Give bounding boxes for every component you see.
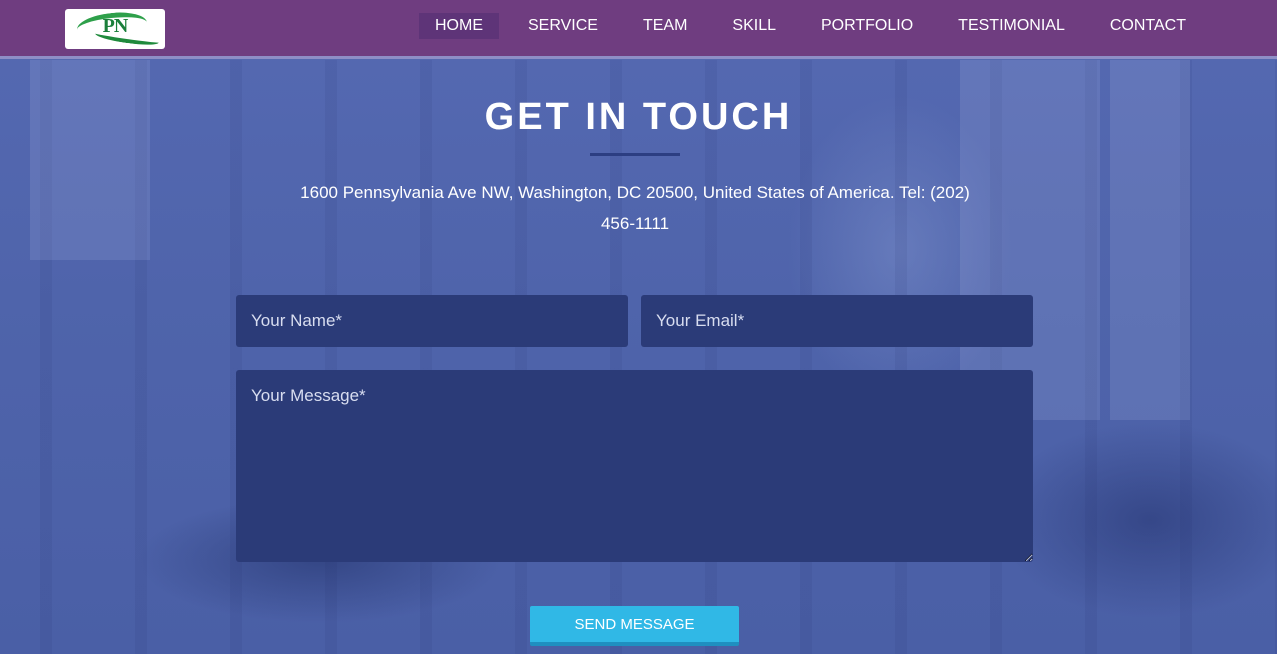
email-input[interactable] [641, 295, 1033, 347]
logo[interactable]: PN [65, 9, 165, 49]
nav-item-portfolio[interactable]: PORTFOLIO [805, 13, 929, 39]
nav-item-testimonial[interactable]: TESTIMONIAL [942, 13, 1081, 39]
title-underline [590, 153, 680, 156]
message-textarea[interactable] [236, 370, 1033, 562]
logo-text: PN [102, 15, 129, 37]
nav-item-contact[interactable]: CONTACT [1094, 13, 1202, 39]
nav-item-service[interactable]: SERVICE [512, 13, 614, 39]
background-window [30, 60, 150, 260]
main-nav: HOME SERVICE TEAM SKILL PORTFOLIO TESTIM… [406, 13, 1202, 39]
section-title: GET IN TOUCH [484, 96, 793, 138]
nav-item-home[interactable]: HOME [419, 13, 499, 39]
name-input[interactable] [236, 295, 628, 347]
nav-item-skill[interactable]: SKILL [716, 13, 792, 39]
nav-item-team[interactable]: TEAM [627, 13, 703, 39]
contact-address: 1600 Pennsylvania Ave NW, Washington, DC… [300, 183, 970, 233]
send-message-button[interactable]: SEND MESSAGE [530, 606, 739, 646]
navbar: PN HOME SERVICE TEAM SKILL PORTFOLIO TES… [0, 0, 1277, 59]
